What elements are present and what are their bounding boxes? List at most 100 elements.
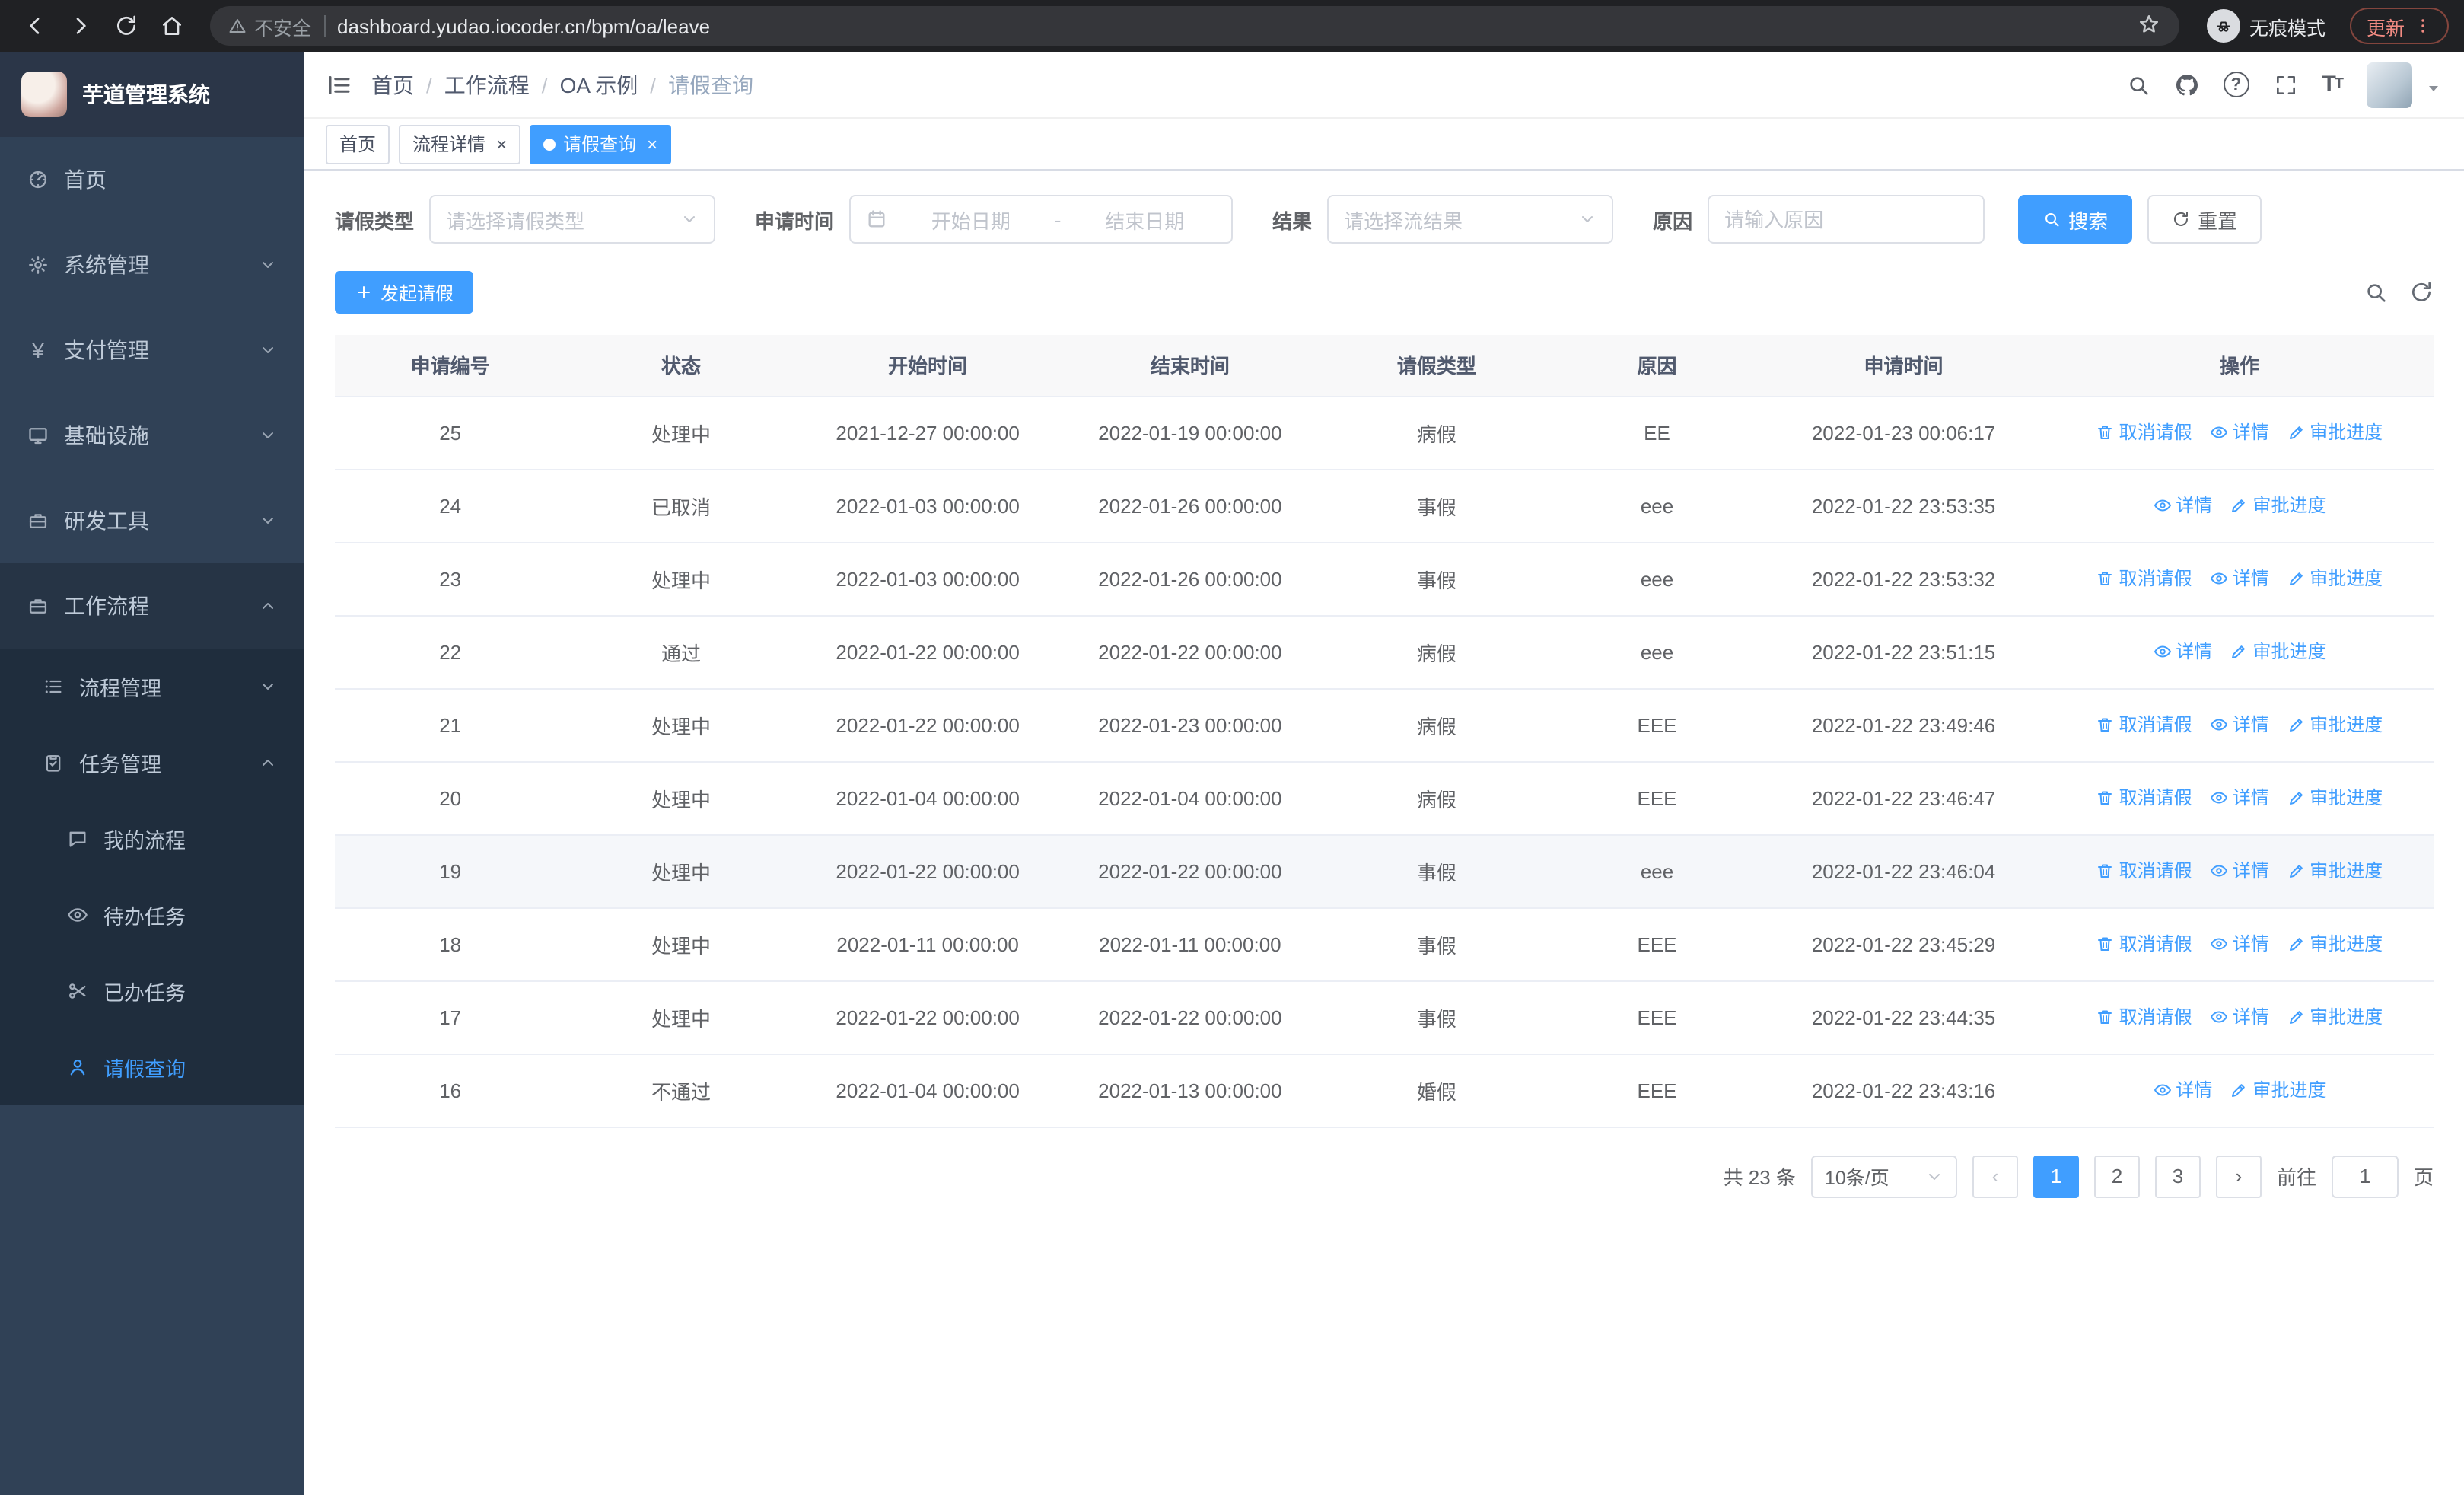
detail-link[interactable]: 详情: [2210, 931, 2269, 957]
reason-input[interactable]: [1708, 195, 1985, 244]
breadcrumb-item-oa[interactable]: OA 示例: [560, 69, 638, 100]
apply-time-label: 申请时间: [755, 209, 835, 232]
sidebar-item-label: 请假查询: [103, 1058, 186, 1081]
font-size-icon[interactable]: TT: [2322, 72, 2344, 97]
header-search-icon[interactable]: [2125, 72, 2150, 97]
sidebar-item-devtools[interactable]: 研发工具: [0, 478, 304, 563]
detail-link[interactable]: 详情: [2153, 639, 2212, 665]
toggle-search-icon[interactable]: [2364, 280, 2388, 304]
sidebar-item-todo-tasks[interactable]: 待办任务: [0, 877, 304, 953]
cell-apply-time: 2022-01-22 23:44:35: [1762, 980, 2045, 1054]
refresh-table-icon[interactable]: [2409, 280, 2434, 304]
detail-link[interactable]: 详情: [2210, 785, 2269, 811]
tag-leave-query[interactable]: 请假查询 ×: [530, 124, 672, 164]
chevron-down-icon: [259, 256, 277, 274]
fullscreen-icon[interactable]: [2273, 72, 2297, 97]
sidebar-item-home[interactable]: 首页: [0, 137, 304, 222]
progress-link[interactable]: 审批进度: [2287, 1004, 2383, 1030]
browser-forward-button[interactable]: [61, 6, 100, 46]
incognito-label: 无痕模式: [2249, 18, 2326, 39]
sidebar-item-task-mgmt[interactable]: 任务管理: [0, 725, 304, 801]
result-select[interactable]: 请选择流结果: [1327, 195, 1614, 244]
incognito-badge[interactable]: 无痕模式: [2206, 9, 2326, 43]
chevron-down-icon: [259, 426, 277, 445]
browser-update-button[interactable]: 更新: [2349, 8, 2449, 44]
address-bar[interactable]: 不安全 dashboard.yudao.iocoder.cn/bpm/oa/le…: [210, 6, 2179, 46]
sidebar-item-my-process[interactable]: 我的流程: [0, 801, 304, 877]
apply-time-range-picker[interactable]: 开始日期 - 结束日期: [849, 195, 1234, 244]
progress-link[interactable]: 审批进度: [2287, 712, 2383, 738]
cell-actions: 取消请假 详情 审批进度: [2045, 834, 2434, 908]
detail-link[interactable]: 详情: [2210, 858, 2269, 884]
sidebar-item-process-mgmt[interactable]: 流程管理: [0, 649, 304, 725]
cell-end-time: 2022-01-26 00:00:00: [1059, 469, 1322, 543]
security-indicator[interactable]: 不安全: [228, 11, 311, 40]
breadcrumb-item-home[interactable]: 首页: [371, 69, 414, 100]
progress-link[interactable]: 审批进度: [2287, 419, 2383, 445]
eye-icon: [2210, 1008, 2228, 1026]
breadcrumb-item-workflow[interactable]: 工作流程: [444, 69, 530, 100]
goto-page-input[interactable]: [2331, 1155, 2399, 1197]
clipboard-icon: [43, 752, 64, 773]
page-button-1[interactable]: 1: [2033, 1155, 2079, 1197]
sidebar-fold-button[interactable]: [326, 71, 353, 98]
trash-icon: [2096, 935, 2115, 953]
progress-link[interactable]: 审批进度: [2230, 1077, 2326, 1103]
progress-link[interactable]: 审批进度: [2287, 858, 2383, 884]
detail-link[interactable]: 详情: [2153, 1077, 2212, 1103]
github-icon[interactable]: [2174, 72, 2198, 97]
user-avatar[interactable]: [2367, 62, 2412, 107]
progress-link[interactable]: 审批进度: [2287, 566, 2383, 591]
sidebar-item-system[interactable]: 系统管理: [0, 222, 304, 308]
bookmark-star-icon[interactable]: [2137, 11, 2161, 40]
prev-page-button[interactable]: ‹: [1972, 1155, 2018, 1197]
cell-end-time: 2022-01-22 00:00:00: [1059, 980, 1322, 1054]
reset-button[interactable]: 重置: [2147, 195, 2262, 244]
progress-link[interactable]: 审批进度: [2230, 639, 2326, 665]
cell-actions: 详情 审批进度: [2045, 1054, 2434, 1127]
page-button-3[interactable]: 3: [2154, 1155, 2201, 1197]
browser-back-button[interactable]: [15, 6, 55, 46]
close-icon[interactable]: ×: [496, 135, 507, 153]
cancel-leave-link[interactable]: 取消请假: [2096, 1004, 2192, 1030]
cancel-leave-link[interactable]: 取消请假: [2096, 931, 2192, 957]
close-icon[interactable]: ×: [647, 135, 657, 153]
trash-icon: [2096, 1008, 2115, 1026]
detail-link[interactable]: 详情: [2153, 492, 2212, 518]
detail-link[interactable]: 详情: [2210, 1004, 2269, 1030]
help-icon[interactable]: ?: [2223, 72, 2249, 97]
tag-process-detail[interactable]: 流程详情 ×: [399, 124, 521, 164]
briefcase-icon: [27, 510, 49, 531]
progress-link[interactable]: 审批进度: [2287, 785, 2383, 811]
create-leave-button[interactable]: 发起请假: [335, 271, 474, 314]
browser-reload-button[interactable]: [107, 6, 146, 46]
detail-link[interactable]: 详情: [2210, 566, 2269, 591]
detail-link[interactable]: 详情: [2210, 419, 2269, 445]
cancel-leave-link[interactable]: 取消请假: [2096, 785, 2192, 811]
sidebar-item-infra[interactable]: 基础设施: [0, 393, 304, 478]
edit-icon: [2287, 716, 2305, 734]
sidebar-item-payment[interactable]: ¥ 支付管理: [0, 308, 304, 393]
cancel-leave-link[interactable]: 取消请假: [2096, 419, 2192, 445]
detail-link[interactable]: 详情: [2210, 712, 2269, 738]
cancel-leave-link[interactable]: 取消请假: [2096, 566, 2192, 591]
cancel-leave-link[interactable]: 取消请假: [2096, 712, 2192, 738]
progress-link[interactable]: 审批进度: [2230, 492, 2326, 518]
search-button[interactable]: 搜索: [2018, 195, 2133, 244]
tag-home[interactable]: 首页: [326, 124, 390, 164]
sidebar-item-done-tasks[interactable]: 已办任务: [0, 953, 304, 1029]
browser-home-button[interactable]: [152, 6, 192, 46]
sidebar-item-leave-query[interactable]: 请假查询: [0, 1029, 304, 1105]
cell-actions: 详情 审批进度: [2045, 615, 2434, 689]
chevron-up-icon: [259, 597, 277, 615]
cancel-leave-label: 取消请假: [2119, 787, 2192, 809]
next-page-button[interactable]: ›: [2215, 1155, 2262, 1197]
cell-actions: 详情 审批进度: [2045, 469, 2434, 543]
page-button-2[interactable]: 2: [2093, 1155, 2140, 1197]
sidebar-logo[interactable]: 芋道管理系统: [0, 52, 304, 137]
leave-type-select[interactable]: 请选择请假类型: [429, 195, 716, 244]
cancel-leave-link[interactable]: 取消请假: [2096, 858, 2192, 884]
progress-link[interactable]: 审批进度: [2287, 931, 2383, 957]
page-size-select[interactable]: 10条/页: [1810, 1155, 1957, 1197]
sidebar-item-workflow[interactable]: 工作流程: [0, 563, 304, 649]
